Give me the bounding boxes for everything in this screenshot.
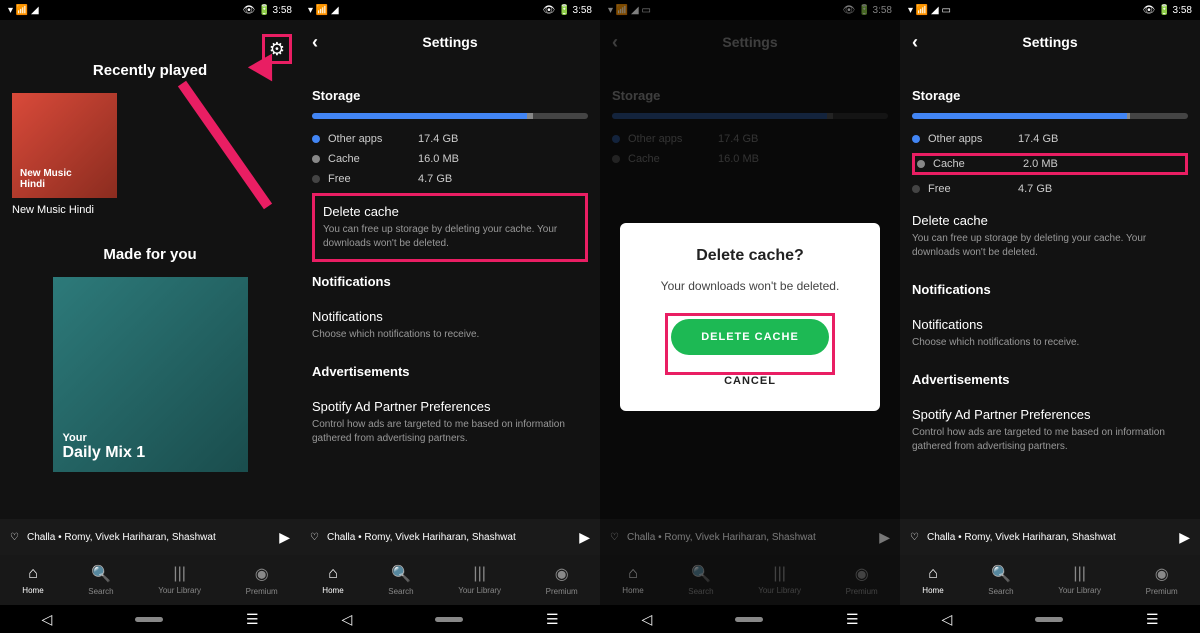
status-bar: ▾ 📶 ◢ 👁 🔋 3:58 <box>0 0 300 20</box>
clock: 3:58 <box>273 5 292 16</box>
ads-item[interactable]: Spotify Ad Partner Preferences Control h… <box>312 389 588 456</box>
system-nav: ◁☰ <box>0 605 300 633</box>
recent-icon[interactable]: ☰ <box>246 611 259 628</box>
play-icon[interactable]: ▶ <box>279 529 290 546</box>
notifications-item[interactable]: Notifications Choose which notifications… <box>912 307 1188 360</box>
home-pill[interactable] <box>135 617 163 622</box>
nav-premium[interactable]: ◉Premium <box>246 564 278 596</box>
page-title: Settings <box>422 34 477 50</box>
phone-screen-3: ▾ 📶 ◢ ▭👁 🔋 3:58 ‹Settings Storage Other … <box>600 0 900 633</box>
phone-screen-4: ▾ 📶 ◢ ▭👁 🔋 3:58 ‹Settings Storage Other … <box>900 0 1200 633</box>
notifications-header: Notifications <box>312 274 588 289</box>
notifications-item[interactable]: Notifications Choose which notifications… <box>312 299 588 352</box>
heart-icon[interactable]: ♡ <box>10 532 19 543</box>
cache-row-highlighted: Cache2.0 MB <box>912 153 1188 175</box>
nav-search[interactable]: 🔍Search <box>88 564 113 596</box>
album-title: New Music Hindi <box>12 204 117 216</box>
storage-row-other: Other apps17.4 GB <box>312 133 588 145</box>
now-playing-bar[interactable]: ♡ Challa • Romy, Vivek Hariharan, Shashw… <box>0 519 300 555</box>
back-button[interactable]: ‹ <box>312 32 318 53</box>
storage-row-free: Free4.7 GB <box>312 173 588 185</box>
delete-cache-dialog: Delete cache? Your downloads won't be de… <box>620 223 880 411</box>
back-button[interactable]: ‹ <box>912 32 918 53</box>
album-card[interactable]: New Music Hindi New Music Hindi <box>12 93 117 216</box>
delete-cache-item[interactable]: Delete cache You can free up storage by … <box>312 193 588 262</box>
storage-header: Storage <box>312 88 588 103</box>
back-icon[interactable]: ◁ <box>41 611 52 628</box>
bottom-nav: ⌂Home 🔍Search |||Your Library ◉Premium <box>0 555 300 605</box>
ads-header: Advertisements <box>312 364 588 379</box>
ads-item[interactable]: Spotify Ad Partner Preferences Control h… <box>912 397 1188 464</box>
dialog-message: Your downloads won't be deleted. <box>636 279 864 293</box>
settings-gear-icon[interactable]: ⚙ <box>262 34 292 64</box>
settings-header: ‹ Settings <box>300 20 600 64</box>
nav-home[interactable]: ⌂Home <box>22 565 43 595</box>
dialog-title: Delete cache? <box>636 247 864 265</box>
daily-mix-card[interactable]: Your Daily Mix 1 <box>53 277 248 472</box>
made-for-you-header: Made for you <box>12 246 288 263</box>
phone-screen-2: ▾ 📶 ◢👁 🔋 3:58 ‹ Settings Storage Other a… <box>300 0 600 633</box>
delete-cache-item[interactable]: Delete cache You can free up storage by … <box>912 203 1188 270</box>
delete-cache-confirm-button[interactable]: DELETE CACHE <box>671 319 829 355</box>
recently-played-header: Recently played <box>12 62 288 79</box>
nav-library[interactable]: |||Your Library <box>158 565 201 595</box>
storage-row-cache: Cache16.0 MB <box>312 153 588 165</box>
phone-screen-1: ▾ 📶 ◢ 👁 🔋 3:58 ⚙ Recently played New Mus… <box>0 0 300 633</box>
storage-bar <box>312 113 588 119</box>
cancel-button[interactable]: CANCEL <box>636 375 864 387</box>
